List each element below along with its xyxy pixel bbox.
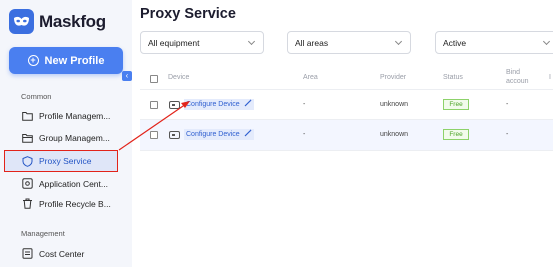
- collapse-sidebar-button[interactable]: ‹: [122, 71, 132, 81]
- device-icon: [169, 131, 180, 139]
- configure-device-link[interactable]: Configure Device: [184, 129, 254, 140]
- area-filter-select[interactable]: All areas: [287, 31, 411, 54]
- plus-icon: +: [27, 55, 39, 66]
- select-value: All areas: [295, 37, 329, 48]
- select-all-checkbox[interactable]: [150, 75, 158, 83]
- page-title: Proxy Service: [140, 6, 236, 22]
- column-header-bind-line1: Bind: [506, 69, 521, 76]
- sidebar-item-label: Application Cent...: [39, 178, 108, 189]
- provider-cell: unknown: [380, 101, 409, 108]
- row-divider: [140, 150, 553, 151]
- area-cell: -: [303, 101, 306, 108]
- sidebar-item-label: Cost Center: [39, 248, 85, 259]
- folder-icon: [22, 112, 33, 121]
- device-icon: [169, 101, 180, 109]
- column-header-provider: Provider: [380, 74, 407, 81]
- column-header-status: Status: [443, 74, 463, 81]
- magic-wand-icon: [244, 129, 252, 137]
- chevron-down-icon: [247, 37, 256, 46]
- column-header-bind-line2: accoun: [506, 78, 529, 85]
- app-logo[interactable]: Maskfog: [9, 9, 106, 34]
- column-header-bind-account: Bind accoun: [506, 68, 529, 86]
- sidebar-item-label: Group Managem...: [39, 133, 110, 143]
- configure-device-label: Configure Device: [186, 131, 240, 138]
- sidebar: Maskfog + New Profile ‹ Common Profile M…: [0, 0, 132, 267]
- configure-device-link[interactable]: Configure Device: [184, 99, 254, 110]
- header-divider: [140, 89, 553, 90]
- bind-account-cell: -: [506, 131, 509, 138]
- row-checkbox[interactable]: [150, 131, 158, 139]
- trash-icon: [23, 198, 32, 209]
- app-center-icon: [22, 178, 33, 189]
- status-badge: Free: [443, 99, 469, 110]
- status-filter-select[interactable]: Active: [435, 31, 553, 54]
- bind-account-cell: -: [506, 101, 509, 108]
- select-value: Active: [443, 37, 467, 48]
- sidebar-item-proxy-service[interactable]: Proxy Service: [4, 150, 118, 172]
- status-badge: Free: [443, 129, 469, 140]
- sidebar-item-application-center[interactable]: Application Cent...: [22, 178, 122, 189]
- magic-wand-icon: [244, 99, 252, 107]
- sidebar-item-label: Profile Recycle B...: [39, 198, 111, 209]
- column-header-device: Device: [168, 74, 190, 81]
- cost-icon: [22, 248, 33, 259]
- shield-icon: [22, 155, 33, 167]
- section-label-management: Management: [21, 229, 65, 238]
- new-profile-label: New Profile: [44, 54, 105, 67]
- new-profile-button[interactable]: + New Profile: [9, 47, 123, 74]
- app-name: Maskfog: [39, 11, 106, 31]
- select-value: All equipment: [148, 37, 200, 48]
- group-folder-icon: [22, 134, 33, 143]
- sidebar-item-profile-management[interactable]: Profile Managem...: [22, 111, 122, 121]
- sidebar-item-label: Proxy Service: [39, 156, 92, 166]
- provider-cell: unknown: [380, 131, 409, 138]
- maskfog-logo-icon: [9, 9, 34, 34]
- sidebar-item-group-management[interactable]: Group Managem...: [22, 133, 122, 143]
- equipment-filter-select[interactable]: All equipment: [140, 31, 264, 54]
- sidebar-item-cost-center[interactable]: Cost Center: [22, 248, 122, 259]
- section-label-common: Common: [21, 92, 52, 101]
- configure-device-label: Configure Device: [186, 101, 240, 108]
- chevron-down-icon: [542, 37, 551, 46]
- row-checkbox[interactable]: [150, 101, 158, 109]
- area-cell: -: [303, 131, 306, 138]
- sidebar-item-profile-recycle-bin[interactable]: Profile Recycle B...: [22, 198, 122, 209]
- chevron-down-icon: [394, 37, 403, 46]
- sidebar-item-label: Profile Managem...: [39, 111, 111, 121]
- column-header-truncated: I: [549, 74, 551, 81]
- column-header-area: Area: [303, 74, 318, 81]
